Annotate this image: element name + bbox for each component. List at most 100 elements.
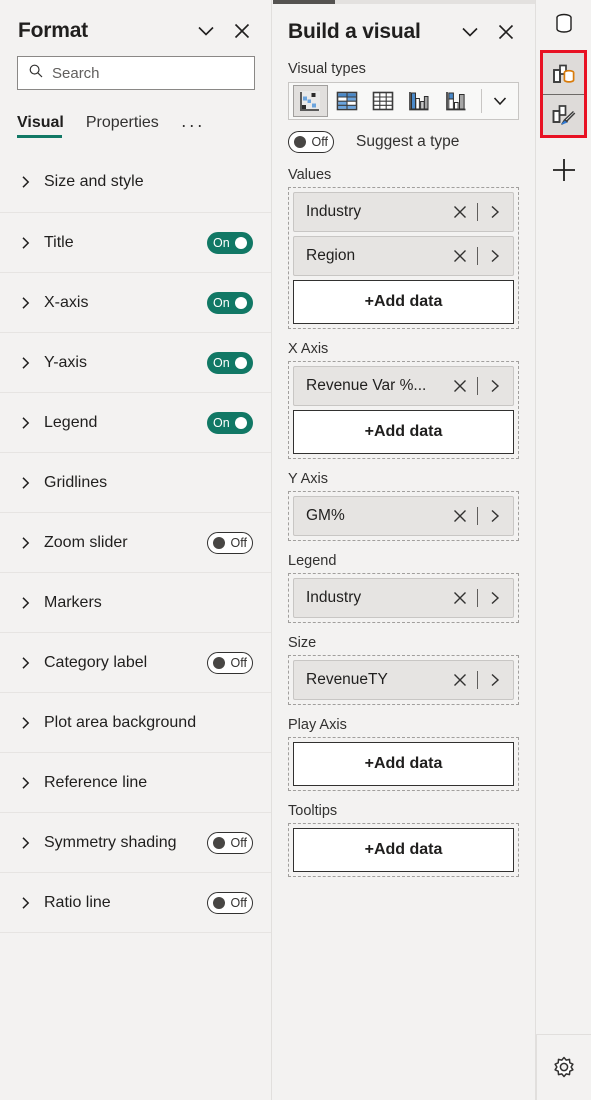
field-pill-divider (477, 589, 478, 607)
toggle-knob (294, 136, 306, 148)
toggle-state-label: Off (311, 135, 328, 149)
field-pill-revenue-var[interactable]: Revenue Var %... (293, 366, 514, 406)
toggle-knob (213, 836, 225, 849)
close-icon[interactable] (450, 246, 470, 266)
toggle-x-axis[interactable]: On (207, 291, 253, 314)
data-cylinder-icon[interactable] (540, 0, 588, 48)
format-visual-brush-icon[interactable] (543, 94, 584, 135)
field-name: Industry (306, 203, 362, 220)
close-icon[interactable] (229, 18, 255, 44)
format-section-plot-area-background[interactable]: Plot area background (0, 692, 271, 752)
gear-icon[interactable] (536, 1034, 591, 1100)
tab-visual[interactable]: Visual (17, 114, 64, 138)
close-icon[interactable] (450, 588, 470, 608)
toggle-knob (235, 296, 247, 309)
close-icon[interactable] (493, 19, 519, 45)
toggle-title[interactable]: On (207, 231, 253, 254)
toggle-state-label: On (213, 235, 230, 250)
format-section-gridlines[interactable]: Gridlines (0, 452, 271, 512)
build-pane: Build a visual Visual types Off Suggest … (272, 0, 536, 1100)
toggle-knob (213, 536, 225, 549)
suggest-a-type-row: Off Suggest a type (288, 129, 519, 155)
add-data-button-tooltips[interactable]: +Add data (293, 828, 514, 872)
field-well-play-axis[interactable]: +Add data (288, 737, 519, 791)
build-pane-header: Build a visual (288, 12, 519, 52)
chevron-right-icon (17, 836, 35, 850)
close-icon[interactable] (450, 202, 470, 222)
field-pill-revenuety[interactable]: RevenueTY (293, 660, 514, 700)
chevron-right-icon[interactable] (485, 588, 505, 608)
table-icon[interactable] (366, 85, 400, 117)
toggle-zoom-slider[interactable]: Off (207, 531, 253, 554)
format-section-reference-line[interactable]: Reference line (0, 752, 271, 812)
field-pill-actions (450, 506, 505, 526)
field-well-x-axis[interactable]: Revenue Var %... +Add data (288, 361, 519, 459)
format-section-title[interactable]: Title On (0, 212, 271, 272)
format-section-legend[interactable]: Legend On (0, 392, 271, 452)
tab-overflow-button[interactable]: ··· (181, 116, 205, 138)
field-pill-actions (450, 588, 505, 608)
well-label-values: Values (288, 167, 332, 183)
chevron-down-icon[interactable] (193, 18, 219, 44)
clustered-column-chart-icon[interactable] (402, 85, 436, 117)
format-pane: Format Visual Properties ··· (0, 0, 272, 1100)
close-icon[interactable] (450, 376, 470, 396)
format-section-ratio-line[interactable]: Ratio line Off (0, 872, 271, 932)
close-icon[interactable] (450, 506, 470, 526)
scatter-chart-icon[interactable] (293, 85, 328, 117)
add-data-button-play-axis[interactable]: +Add data (293, 742, 514, 786)
field-well-y-axis[interactable]: GM% (288, 491, 519, 541)
field-pill-industry[interactable]: Industry (293, 192, 514, 232)
format-section-zoom-slider[interactable]: Zoom slider Off (0, 512, 271, 572)
field-well-size[interactable]: RevenueTY (288, 655, 519, 705)
rail-highlighted-group (540, 50, 587, 138)
add-data-button-values[interactable]: +Add data (293, 280, 514, 324)
stacked-column-chart-icon[interactable] (439, 85, 473, 117)
chevron-right-icon[interactable] (485, 202, 505, 222)
toggle-ratio-line[interactable]: Off (207, 891, 253, 914)
chevron-right-icon[interactable] (485, 506, 505, 526)
toggle-y-axis[interactable]: On (207, 351, 253, 374)
format-section-size-and-style[interactable]: Size and style (0, 152, 271, 212)
build-header-actions (457, 19, 519, 45)
field-well-values[interactable]: Industry Region +Add data (288, 187, 519, 329)
toggle-state-label: Off (230, 535, 247, 550)
field-pill-divider (477, 671, 478, 689)
chevron-down-icon[interactable] (457, 19, 483, 45)
chevron-right-icon[interactable] (485, 246, 505, 266)
format-section-markers[interactable]: Markers (0, 572, 271, 632)
chevron-right-icon[interactable] (485, 376, 505, 396)
build-visual-icon[interactable] (543, 53, 584, 94)
chevron-right-icon[interactable] (485, 670, 505, 690)
toggle-symmetry-shading[interactable]: Off (207, 831, 253, 854)
close-icon[interactable] (450, 670, 470, 690)
format-section-label: Y-axis (44, 353, 87, 371)
toggle-legend[interactable]: On (207, 411, 253, 434)
field-pill-gm-pct[interactable]: GM% (293, 496, 514, 536)
field-pill-legend-industry[interactable]: Industry (293, 578, 514, 618)
toggle-category-label[interactable]: Off (207, 651, 253, 674)
add-data-button-x-axis[interactable]: +Add data (293, 410, 514, 454)
format-section-y-axis[interactable]: Y-axis On (0, 332, 271, 392)
chevron-down-icon[interactable] (487, 86, 514, 116)
build-pane-top-divider (335, 0, 535, 4)
toggle-state-label: On (213, 355, 230, 370)
format-section-category-label[interactable]: Category label Off (0, 632, 271, 692)
field-pill-region[interactable]: Region (293, 236, 514, 276)
field-name: Region (306, 247, 356, 264)
toggle-suggest-a-type[interactable]: Off (288, 131, 334, 153)
format-list-end-divider (0, 932, 271, 933)
search-box[interactable] (17, 56, 255, 90)
field-well-legend[interactable]: Industry (288, 573, 519, 623)
visual-types-divider (480, 89, 482, 113)
search-input[interactable] (52, 64, 246, 82)
field-name: Revenue Var %... (306, 377, 427, 394)
add-plus-icon[interactable] (540, 144, 588, 196)
format-section-x-axis[interactable]: X-axis On (0, 272, 271, 332)
field-well-tooltips[interactable]: +Add data (288, 823, 519, 877)
matrix-table-icon[interactable] (330, 85, 364, 117)
chevron-right-icon (17, 356, 35, 370)
format-section-symmetry-shading[interactable]: Symmetry shading Off (0, 812, 271, 872)
field-pill-actions (450, 376, 505, 396)
tab-properties[interactable]: Properties (86, 114, 159, 138)
